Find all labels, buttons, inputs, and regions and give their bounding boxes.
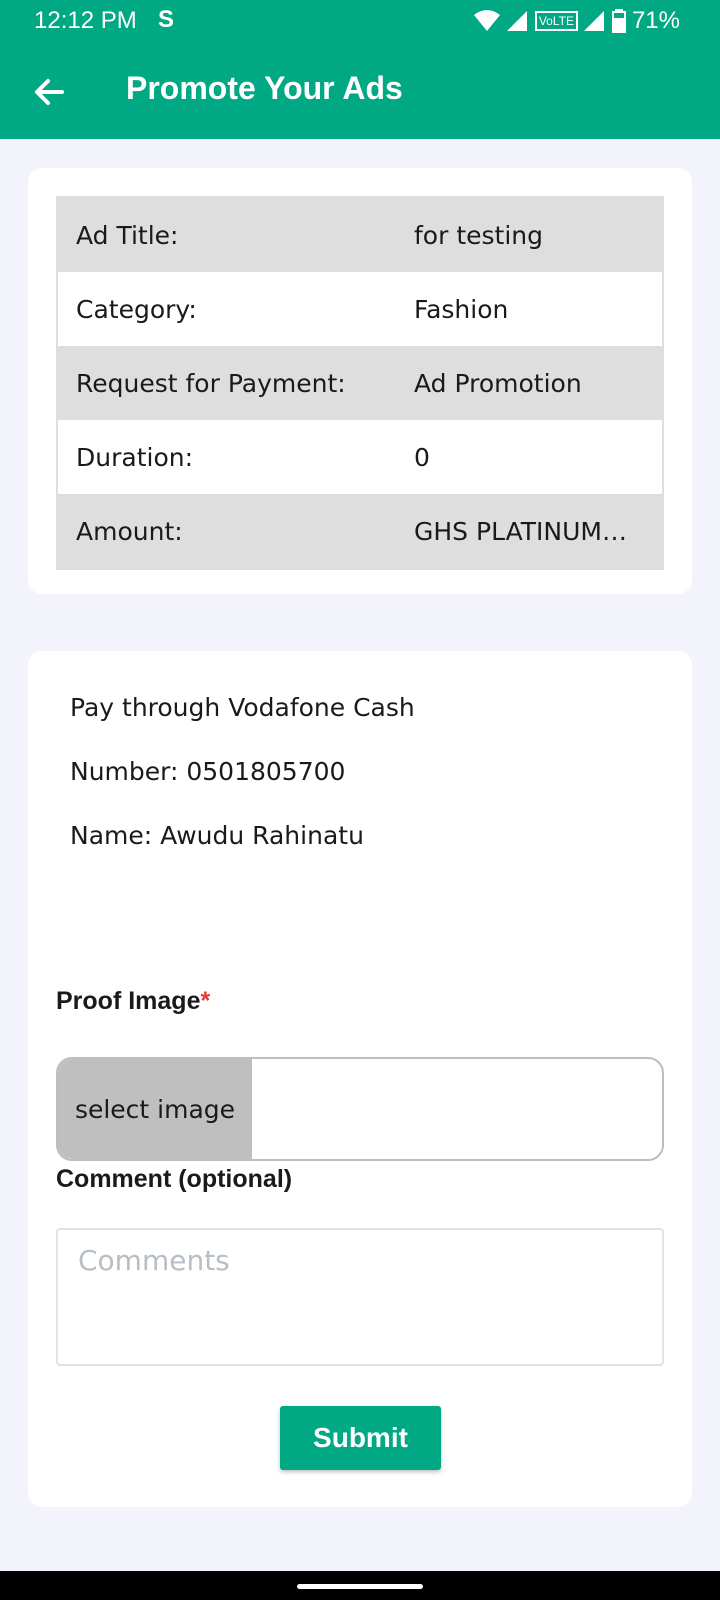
payment-card: Pay through Vodafone Cash Number: 050180… xyxy=(28,651,692,1507)
row-value: for testing xyxy=(414,220,543,250)
home-gesture-handle[interactable] xyxy=(297,1584,423,1589)
app-indicator-icon: S xyxy=(158,6,175,33)
system-nav-bar xyxy=(0,1571,720,1600)
signal-icon xyxy=(583,11,604,31)
table-row: Category: Fashion xyxy=(58,272,662,346)
back-button[interactable] xyxy=(28,70,72,114)
app-bar: 12:12 PM S VoLTE 71% Promote Your Ads xyxy=(0,0,720,139)
row-value: Fashion xyxy=(414,294,509,324)
table-row: Amount: GHS PLATINUM+... xyxy=(58,494,662,568)
status-time: 12:12 PM xyxy=(34,7,137,34)
row-value: GHS PLATINUM+... xyxy=(414,516,647,546)
table-row: Request for Payment: Ad Promotion xyxy=(58,346,662,420)
wifi-icon xyxy=(473,10,500,31)
row-label: Ad Title: xyxy=(76,220,179,250)
row-value: Ad Promotion xyxy=(414,368,582,398)
status-icons: VoLTE 71% xyxy=(473,6,680,36)
ad-details-card: Ad Title: for testing Category: Fashion … xyxy=(28,168,692,594)
payment-name: Name: Awudu Rahinatu xyxy=(70,821,364,850)
ad-details-table: Ad Title: for testing Category: Fashion … xyxy=(56,196,664,570)
required-marker: * xyxy=(200,987,211,1015)
row-label: Request for Payment: xyxy=(76,368,346,398)
proof-image-label-text: Proof Image xyxy=(56,987,201,1015)
comment-input[interactable] xyxy=(56,1228,664,1366)
row-value: 0 xyxy=(414,442,430,472)
proof-image-label: Proof Image* xyxy=(56,987,210,1016)
row-label: Category: xyxy=(76,294,197,324)
comment-label: Comment (optional) xyxy=(56,1165,293,1193)
battery-percent: 71% xyxy=(631,7,680,34)
payment-number: Number: 0501805700 xyxy=(70,757,346,786)
pay-through-text: Pay through Vodafone Cash xyxy=(70,693,415,722)
battery-icon xyxy=(611,9,626,33)
submit-button[interactable]: Submit xyxy=(280,1406,441,1470)
row-label: Duration: xyxy=(76,442,194,472)
page-title: Promote Your Ads xyxy=(126,70,403,106)
status-bar: 12:12 PM S VoLTE 71% xyxy=(0,0,720,44)
volte-badge: VoLTE xyxy=(534,11,578,31)
arrow-left-icon xyxy=(35,79,64,105)
signal-icon xyxy=(506,11,527,31)
proof-image-input[interactable]: select image xyxy=(56,1057,664,1161)
row-label: Amount: xyxy=(76,516,183,546)
table-row: Ad Title: for testing xyxy=(58,198,662,272)
select-image-button[interactable]: select image xyxy=(58,1059,252,1159)
table-row: Duration: 0 xyxy=(58,420,662,494)
